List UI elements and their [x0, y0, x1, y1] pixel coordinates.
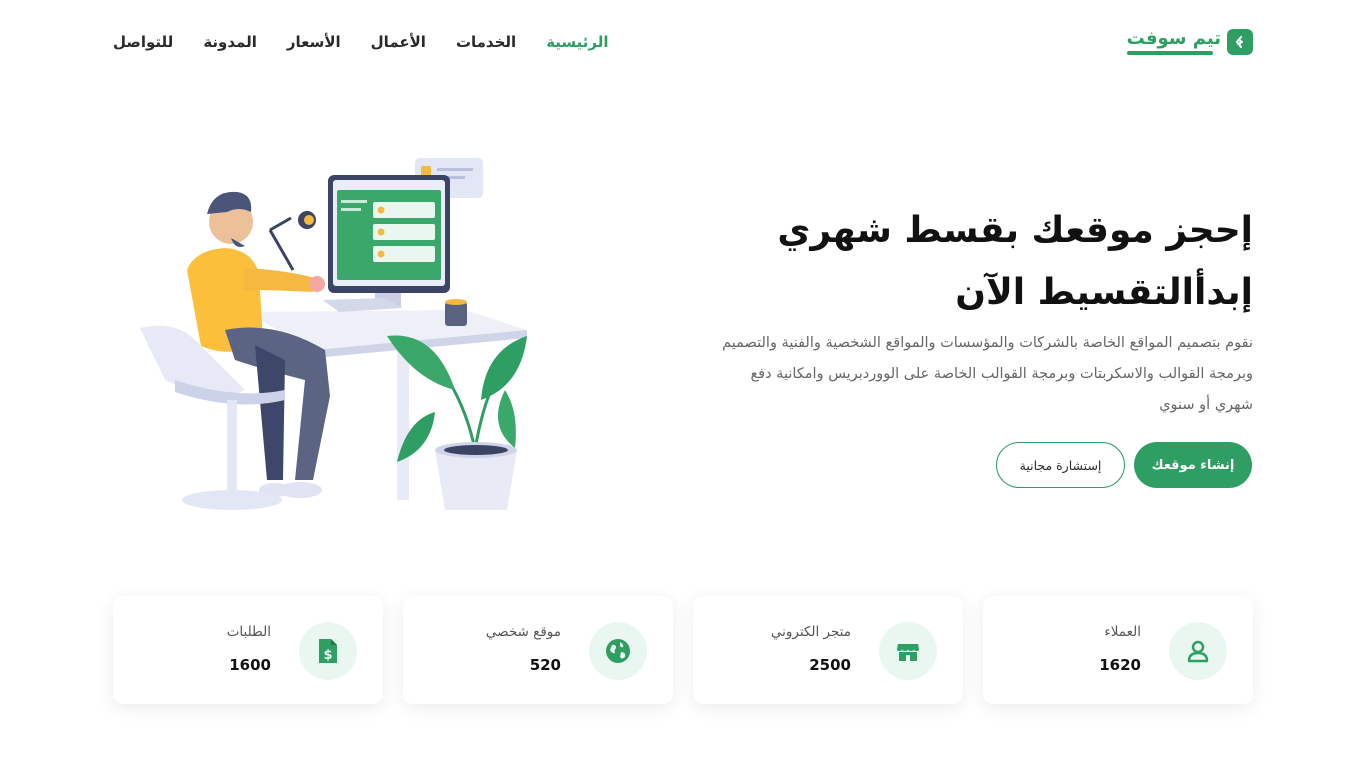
store-icon: [879, 622, 937, 680]
hero-title: إحجز موقعك بقسط شهري إبدأالتقسيط الآن: [733, 200, 1253, 324]
stat-value: 1620: [1099, 656, 1141, 674]
logo-arrows-icon: [1227, 29, 1253, 55]
hero-illustration: [135, 150, 535, 530]
svg-text:$: $: [323, 648, 332, 663]
nav-item-services[interactable]: الخدمات: [456, 33, 516, 51]
hero-title-line1: إحجز موقعك بقسط شهري: [777, 210, 1253, 251]
nav-item-home[interactable]: الرئيسية: [546, 33, 608, 51]
nav-item-pricing[interactable]: الأسعار: [287, 33, 341, 51]
stat-label: العملاء: [1104, 624, 1141, 640]
brand-underline: [1126, 51, 1213, 55]
nav-item-contact[interactable]: للتواصل: [113, 33, 173, 51]
top-navbar: تيم سوفت الرئيسية الخدمات الأعمال الأسعا…: [113, 22, 1253, 62]
stat-value: 2500: [809, 656, 851, 674]
free-consultation-button[interactable]: إستشارة مجانية: [996, 442, 1125, 488]
create-site-button[interactable]: إنشاء موقعك: [1134, 442, 1252, 488]
hero-title-line2: إبدأالتقسيط الآن: [955, 272, 1253, 313]
main-menu: الرئيسية الخدمات الأعمال الأسعار المدونة…: [113, 33, 609, 51]
stat-label: متجر الكتروني: [770, 624, 851, 640]
brand-logo[interactable]: تيم سوفت: [1126, 28, 1253, 55]
nav-item-blog[interactable]: المدونة: [203, 33, 257, 51]
user-icon: [1169, 622, 1227, 680]
nav-item-works[interactable]: الأعمال: [371, 33, 426, 51]
stat-label: موقع شخصي: [485, 624, 561, 640]
stat-value: 520: [529, 656, 561, 674]
brand-name: تيم سوفت: [1126, 28, 1221, 49]
stat-label: الطلبات: [226, 624, 271, 640]
stat-card-store: متجر الكتروني 2500: [693, 596, 963, 704]
stat-card-personal-site: موقع شخصي 520: [403, 596, 673, 704]
stat-value: 1600: [229, 656, 271, 674]
hero-description: نقوم بتصميم المواقع الخاصة بالشركات والم…: [722, 335, 1253, 413]
stat-card-clients: العملاء 1620: [983, 596, 1253, 704]
dollar-file-icon: $: [299, 622, 357, 680]
globe-icon: [589, 622, 647, 680]
stat-card-orders: $ الطلبات 1600: [113, 596, 383, 704]
stats-row: العملاء 1620 متجر الكتروني 2500 موقع شخص…: [113, 596, 1253, 706]
